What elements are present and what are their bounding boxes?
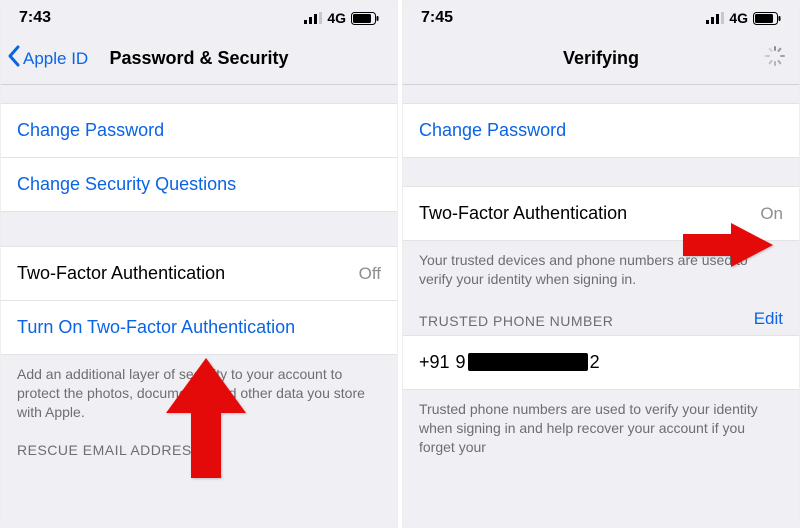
phone-redacted: 9 2 [456,352,600,373]
phone-prefix: +91 [419,352,450,373]
change-password-row[interactable]: Change Password [1,103,397,158]
nav-bar: Verifying [403,33,799,85]
trusted-phone-header-label: TRUSTED PHONE NUMBER [419,313,613,329]
trusted-phone-row[interactable]: +91 9 2 [403,335,799,390]
signal-icon [304,12,322,24]
turn-on-two-factor-label: Turn On Two-Factor Authentication [17,317,295,338]
two-factor-status-row: Two-Factor Authentication Off [1,246,397,301]
rescue-email-header-label: RESCUE EMAIL ADDRESS [17,442,202,458]
phone-left: 7:43 4G Apple ID Password & Security [0,0,398,528]
status-time: 7:45 [421,9,453,27]
change-security-questions-label: Change Security Questions [17,174,236,195]
page-title: Verifying [563,48,639,69]
two-factor-value: On [760,204,783,224]
two-factor-status-row: Two-Factor Authentication On [403,186,799,241]
back-label: Apple ID [23,49,88,69]
signal-icon [706,12,724,24]
two-factor-label: Two-Factor Authentication [419,203,627,224]
two-factor-footer: Add an additional layer of security to y… [1,355,397,430]
change-password-label: Change Password [419,120,566,141]
nav-bar: Apple ID Password & Security [1,33,397,85]
back-button[interactable]: Apple ID [7,45,88,72]
chevron-left-icon [7,45,21,72]
network-label: 4G [729,10,748,26]
two-factor-label: Two-Factor Authentication [17,263,225,284]
two-factor-value: Off [359,264,381,284]
battery-icon [351,12,379,25]
trusted-phone-header: TRUSTED PHONE NUMBER Edit [403,297,799,335]
change-password-row[interactable]: Change Password [403,103,799,158]
trusted-devices-footer: Your trusted devices and phone numbers a… [403,241,799,297]
trusted-phone-footer: Trusted phone numbers are used to verify… [403,390,799,465]
battery-icon [753,12,781,25]
turn-on-two-factor-row[interactable]: Turn On Two-Factor Authentication [1,301,397,355]
network-label: 4G [327,10,346,26]
status-bar: 7:43 4G [1,1,397,33]
page-title: Password & Security [109,48,288,69]
status-time: 7:43 [19,9,51,27]
status-bar: 7:45 4G [403,1,799,33]
change-password-label: Change Password [17,120,164,141]
change-security-questions-row[interactable]: Change Security Questions [1,158,397,212]
rescue-email-header: RESCUE EMAIL ADDRESS [1,430,397,464]
phone-right: 7:45 4G Verifying [402,0,800,528]
edit-button[interactable]: Edit [754,309,783,329]
spinner-icon [765,46,785,71]
